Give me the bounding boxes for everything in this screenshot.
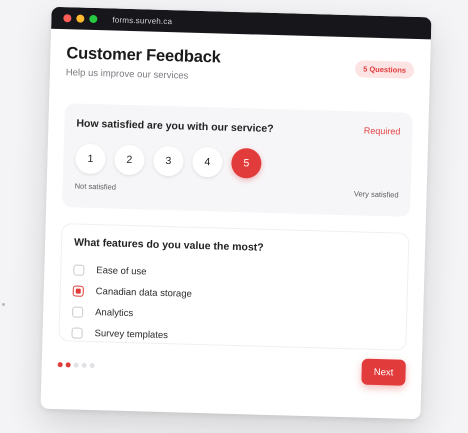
- rating-scale-labels: Not satisfied Very satisfied: [75, 181, 399, 199]
- close-window-dot[interactable]: [63, 14, 72, 23]
- satisfaction-question-card: How satisfied are you with our service? …: [62, 103, 413, 217]
- checkbox-checked[interactable]: [72, 285, 84, 297]
- progress-dot: [73, 362, 79, 368]
- progress-dot: [81, 362, 87, 368]
- progress-dot: [65, 362, 71, 368]
- features-question-card: What features do you value the most? Eas…: [58, 223, 410, 352]
- question-count-badge: 5 Questions: [354, 60, 415, 79]
- background-dot: [2, 303, 5, 306]
- address-bar-url[interactable]: forms.surveh.ca: [112, 15, 172, 26]
- form-header: Customer Feedback Help us improve our se…: [65, 29, 415, 113]
- option-label: Survey templates: [94, 328, 169, 342]
- checkbox[interactable]: [72, 306, 84, 318]
- rating-scale: 1 2 3 4 5: [75, 143, 400, 183]
- option-label: Canadian data storage: [95, 286, 193, 300]
- satisfaction-question-text: How satisfied are you with our service?: [76, 117, 274, 136]
- option-label: Ease of use: [96, 265, 147, 278]
- rating-button-1[interactable]: 1: [75, 143, 106, 175]
- option-label: Analytics: [95, 307, 134, 320]
- progress-dot: [89, 362, 95, 369]
- required-label: Required: [363, 125, 401, 137]
- features-question-text: What features do you value the most?: [73, 236, 264, 254]
- rating-button-4[interactable]: 4: [191, 146, 223, 178]
- progress-dots: [57, 362, 98, 369]
- checkbox[interactable]: [71, 327, 83, 339]
- form-window: forms.surveh.ca Customer Feedback Help u…: [40, 6, 432, 420]
- rating-button-5[interactable]: 5: [230, 147, 262, 179]
- next-button[interactable]: Next: [361, 358, 406, 386]
- rating-button-3[interactable]: 3: [153, 145, 184, 177]
- checkbox[interactable]: [73, 264, 85, 276]
- rating-button-2[interactable]: 2: [114, 144, 145, 176]
- scale-high-label: Very satisfied: [353, 189, 399, 200]
- progress-dot: [57, 362, 63, 368]
- minimize-window-dot[interactable]: [76, 14, 85, 23]
- scale-low-label: Not satisfied: [74, 181, 117, 192]
- maximize-window-dot[interactable]: [89, 14, 98, 24]
- form-footer: Next: [57, 348, 406, 394]
- features-options-list: Ease of use Canadian data storage Analyt…: [71, 259, 395, 352]
